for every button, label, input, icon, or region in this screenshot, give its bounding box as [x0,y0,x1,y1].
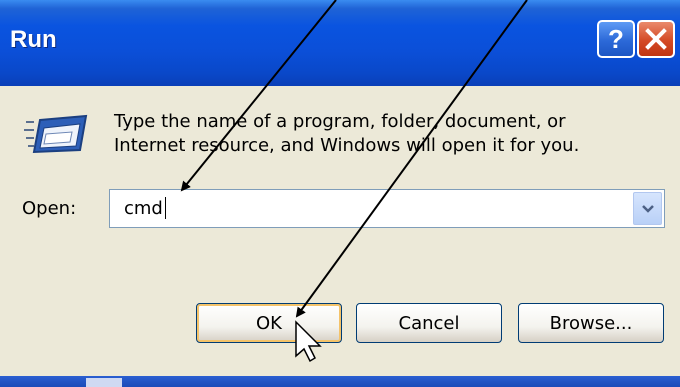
run-program-icon [24,114,88,154]
text-caret [165,197,166,219]
dropdown-button[interactable] [633,192,662,225]
browse-button[interactable]: Browse... [518,303,664,343]
ok-button[interactable]: OK [196,303,342,343]
instruction-text: Type the name of a program, folder, docu… [114,110,654,158]
open-input[interactable]: cmd [124,198,163,219]
open-combobox[interactable]: cmd [109,189,665,228]
title-bar[interactable]: Run ? [0,0,680,86]
window-title: Run [10,26,57,53]
taskbar-highlight [86,378,122,387]
instruction-line-2: Internet resource, and Windows will open… [114,135,580,156]
cancel-button[interactable]: Cancel [356,303,502,343]
chevron-down-icon [641,204,654,213]
open-label: Open: [22,198,77,219]
instruction-line-1: Type the name of a program, folder, docu… [114,111,566,132]
close-icon [645,28,667,50]
close-button[interactable] [637,20,675,58]
help-button[interactable]: ? [597,20,635,58]
